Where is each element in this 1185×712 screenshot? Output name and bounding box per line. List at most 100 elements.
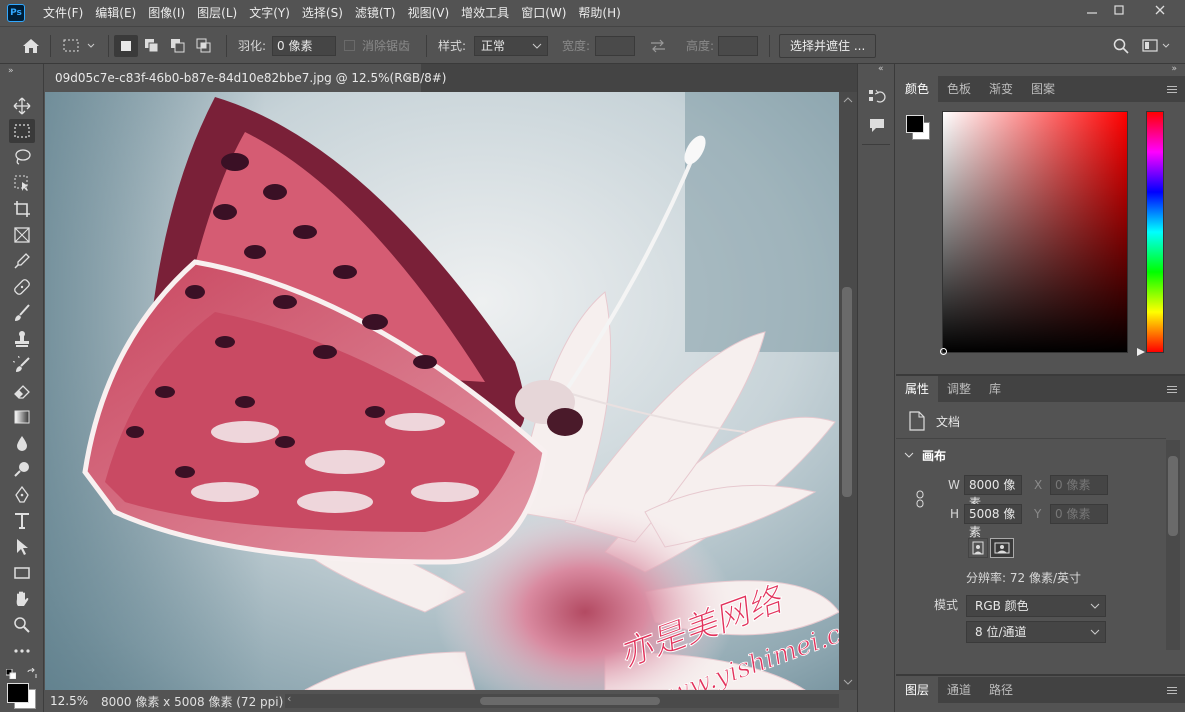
menu-layer[interactable]: 图层(L) [191,0,243,26]
tab-properties[interactable]: 属性 [896,376,939,402]
brush-tool[interactable] [9,301,35,325]
menu-filter[interactable]: 滤镜(T) [349,0,402,26]
workspace-icon [1142,39,1170,52]
landscape-orientation-button[interactable] [990,538,1014,558]
dodge-tool[interactable] [9,457,35,481]
height-input[interactable] [718,36,758,56]
zoom-level[interactable]: 12.5% [45,694,95,708]
menu-select[interactable]: 选择(S) [296,0,349,26]
restore-button[interactable] [1104,0,1134,20]
tool-preset-picker[interactable] [60,36,100,56]
color-panel-menu-icon[interactable] [1167,86,1177,93]
menu-window[interactable]: 窗口(W) [515,0,572,26]
foreground-color-swatch[interactable] [7,683,29,703]
tab-paths[interactable]: 路径 [980,677,1022,703]
tab-adjustments[interactable]: 调整 [938,376,980,402]
menu-file[interactable]: 文件(F) [37,0,89,26]
select-and-mask-button[interactable]: 选择并遮住 ... [779,34,877,58]
history-panel-button[interactable] [868,88,886,106]
frame-tool[interactable] [9,223,35,247]
tab-gradients[interactable]: 渐变 [980,76,1022,102]
vertical-scroll-thumb[interactable] [842,287,852,497]
properties-scroll-thumb[interactable] [1168,456,1178,536]
object-selection-tool[interactable] [9,171,35,195]
rectangle-tool[interactable] [9,561,35,585]
collapse-panels-icon[interactable]: » [1171,64,1177,74]
color-picker-handle[interactable] [940,348,947,355]
hand-tool[interactable] [9,587,35,611]
home-button[interactable] [20,36,42,56]
comments-panel-button[interactable] [868,116,886,134]
tab-libraries[interactable]: 库 [980,376,1010,402]
document-tab[interactable]: 09d05c7e-c83f-46b0-b87e-84d10e82bbe7.jpg… [45,64,446,92]
antialias-checkbox[interactable] [344,40,355,51]
close-tab-icon[interactable]: × [403,64,413,92]
hue-slider[interactable] [1146,111,1164,353]
history-brush-tool[interactable] [9,353,35,377]
default-colors-button[interactable] [5,668,17,680]
minimize-button[interactable] [1077,0,1107,20]
canvas-x-input[interactable]: 0 像素 [1050,475,1108,495]
eyedropper-tool[interactable] [9,249,35,273]
properties-panel-menu-icon[interactable] [1167,386,1177,393]
feather-input[interactable]: 0 像素 [272,36,336,56]
canvas-section-header[interactable]: 画布 [904,447,946,464]
move-tool[interactable] [9,94,35,118]
link-dimensions-icon[interactable] [914,490,926,508]
bit-depth-select[interactable]: 8 位/通道 [966,621,1106,643]
new-selection-button[interactable] [114,35,138,57]
canvas-horizontal-scrollbar[interactable]: ‹ [285,692,839,708]
collapse-strip-icon[interactable]: « [878,64,884,74]
menu-image[interactable]: 图像(I) [142,0,191,26]
horizontal-scroll-thumb[interactable] [480,697,660,705]
canvas-height-input[interactable]: 5008 像素 [964,504,1022,539]
menu-plugins[interactable]: 增效工具 [455,0,515,26]
workspace-button[interactable] [1140,36,1174,56]
style-select[interactable]: 正常 [474,36,548,56]
menu-edit[interactable]: 编辑(E) [89,0,142,26]
menu-view[interactable]: 视图(V) [402,0,456,26]
menu-type[interactable]: 文字(Y) [243,0,296,26]
path-selection-tool[interactable] [9,535,35,559]
color-field[interactable] [940,111,1128,355]
clone-stamp-tool[interactable] [9,327,35,351]
type-tool[interactable] [9,509,35,533]
pen-tool[interactable] [9,483,35,507]
layers-panel-menu-icon[interactable] [1167,687,1177,694]
swap-dimensions-button[interactable] [648,37,668,55]
canvas-y-input[interactable]: 0 像素 [1050,504,1108,524]
tab-layers[interactable]: 图层 [896,677,939,703]
blur-tool[interactable] [9,431,35,455]
color-mode-select[interactable]: RGB 颜色 [966,595,1106,617]
healing-brush-tool[interactable] [9,275,35,299]
tab-swatches[interactable]: 色板 [938,76,980,102]
menu-help[interactable]: 帮助(H) [572,0,626,26]
intersect-selection-button[interactable] [192,35,216,57]
subtract-selection-icon [171,39,185,53]
canvas-width-input[interactable]: 8000 像素 [964,475,1022,510]
eraser-tool[interactable] [9,379,35,403]
tab-color[interactable]: 颜色 [896,76,939,102]
color-panel-tabs: 颜色 色板 渐变 图案 [896,76,1185,102]
gradient-tool[interactable] [9,405,35,429]
canvas-vertical-scrollbar[interactable] [839,92,857,690]
rect-marquee-tool[interactable] [9,119,35,143]
zoom-tool[interactable] [9,613,35,637]
eraser-icon [14,385,30,399]
crop-tool[interactable] [9,197,35,221]
lasso-tool[interactable] [9,145,35,169]
panel-foreground-color[interactable] [906,115,924,133]
tab-channels[interactable]: 通道 [938,677,980,703]
search-button[interactable] [1110,36,1132,56]
collapse-tools-icon[interactable]: » [8,66,14,76]
tab-patterns[interactable]: 图案 [1022,76,1064,102]
subtract-selection-button[interactable] [166,35,190,57]
width-input[interactable] [595,36,635,56]
properties-scrollbar[interactable] [1166,440,1180,650]
swap-colors-button[interactable] [26,667,38,680]
add-selection-button[interactable] [140,35,164,57]
document-canvas[interactable]: 亦是美网络 www.yishimei.cn [45,92,839,690]
portrait-orientation-button[interactable] [968,538,988,558]
more-tools-button[interactable] [9,639,35,663]
close-window-button[interactable] [1140,0,1180,20]
